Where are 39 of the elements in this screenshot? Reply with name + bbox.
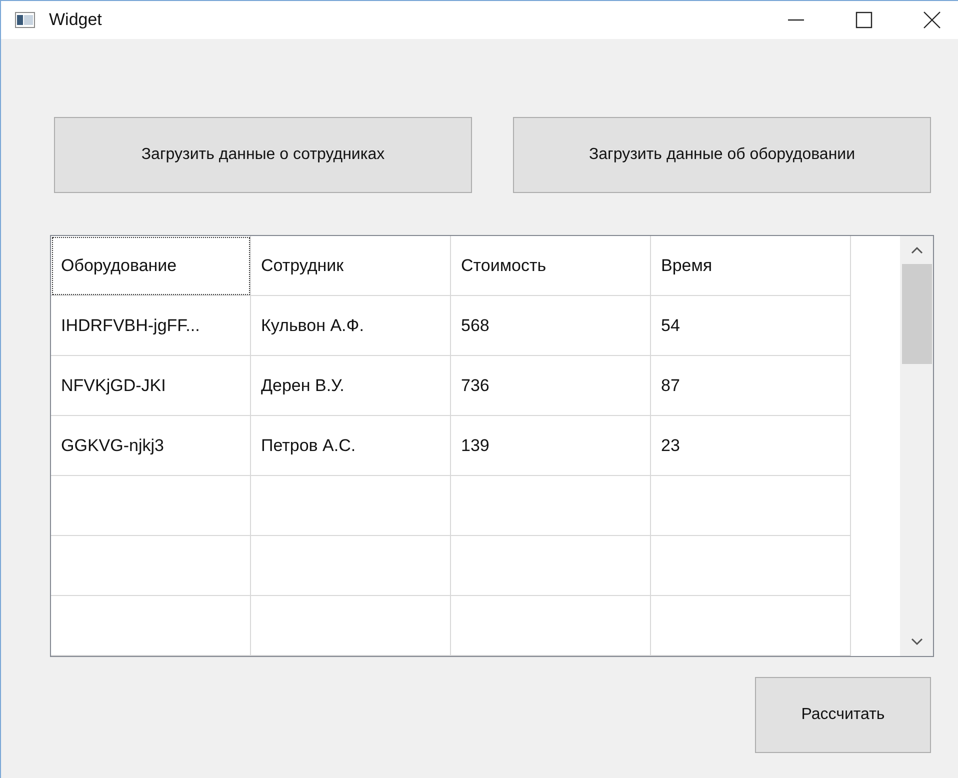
empty-cell[interactable] — [251, 476, 451, 536]
calculate-button[interactable]: Рассчитать — [755, 677, 931, 753]
table-cell[interactable]: 139 — [451, 416, 651, 476]
table-cell[interactable]: 54 — [651, 296, 851, 356]
empty-cell[interactable] — [51, 476, 251, 536]
table-cell[interactable]: Кульвон А.Ф. — [251, 296, 451, 356]
empty-cell[interactable] — [651, 476, 851, 536]
table-cell[interactable]: IHDRFVBH-jgFF... — [51, 296, 251, 356]
table-cell[interactable]: 736 — [451, 356, 651, 416]
scrollbar[interactable] — [900, 236, 933, 656]
scroll-down-icon[interactable] — [910, 638, 922, 646]
empty-cell[interactable] — [51, 536, 251, 596]
load-button[interactable]: Загрузить данные об оборудовании — [513, 117, 931, 193]
empty-cell[interactable] — [251, 536, 451, 596]
table-cell[interactable]: Оборудование — [51, 236, 251, 296]
scroll-up-icon[interactable] — [910, 246, 922, 254]
maximize-icon[interactable] — [854, 10, 874, 30]
table-cell[interactable]: Время — [651, 236, 851, 296]
table-cell[interactable]: Дерен В.У. — [251, 356, 451, 416]
table-cell[interactable]: GGKVG-njkj3 — [51, 416, 251, 476]
close-icon[interactable] — [922, 10, 942, 30]
empty-cell[interactable] — [451, 476, 651, 536]
empty-cell[interactable] — [651, 596, 851, 656]
window-title: Widget — [49, 10, 102, 30]
empty-cell[interactable] — [251, 596, 451, 656]
empty-cell[interactable] — [651, 536, 851, 596]
empty-cell[interactable] — [451, 536, 651, 596]
table-cell[interactable]: 568 — [451, 296, 651, 356]
scrollbar-thumb[interactable] — [902, 264, 932, 364]
table-cell[interactable]: 23 — [651, 416, 851, 476]
table-cell[interactable]: NFVKjGD-JKI — [51, 356, 251, 416]
app-icon — [15, 12, 35, 28]
table-cell[interactable]: Петров А.С. — [251, 416, 451, 476]
load-button[interactable]: Загрузить данные о сотрудниках — [54, 117, 472, 193]
empty-cell[interactable] — [51, 596, 251, 656]
table-cell[interactable]: Стоимость — [451, 236, 651, 296]
table-cell[interactable]: 87 — [651, 356, 851, 416]
table-cell[interactable]: Сотрудник — [251, 236, 451, 296]
empty-cell[interactable] — [451, 596, 651, 656]
